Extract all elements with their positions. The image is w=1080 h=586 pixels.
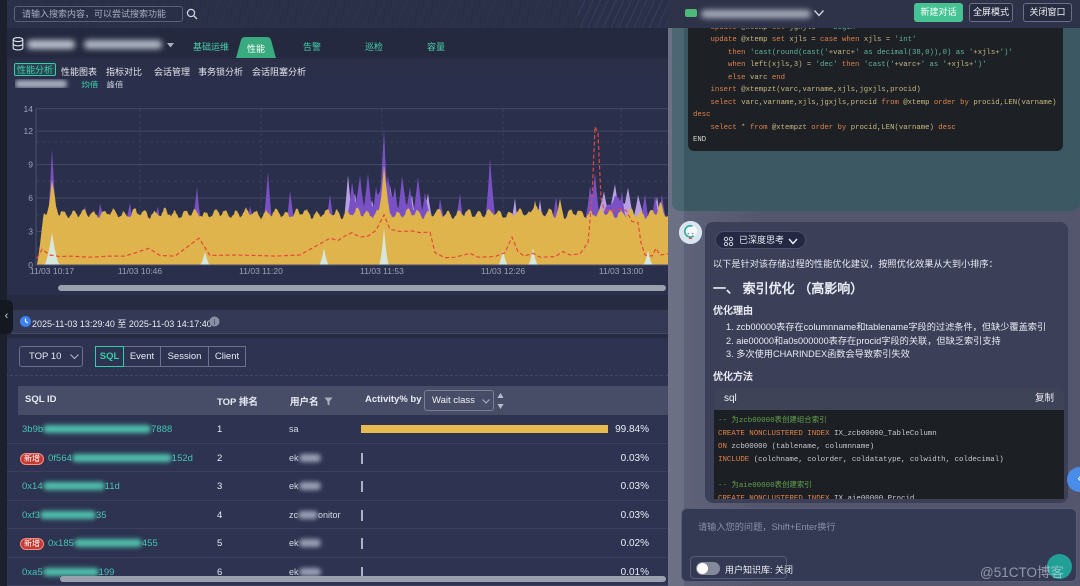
svg-text:6: 6 (28, 193, 33, 203)
svg-text:12: 12 (24, 126, 34, 136)
svg-text:14: 14 (24, 104, 34, 114)
svg-text:11/03 12:26: 11/03 12:26 (481, 266, 526, 276)
svg-text:11/03 11:20: 11/03 11:20 (239, 266, 283, 276)
svg-text:11/03 13:00: 11/03 13:00 (599, 266, 644, 276)
svg-text:9: 9 (28, 160, 33, 170)
svg-text:11/03 10:46: 11/03 10:46 (118, 266, 163, 276)
svg-text:3: 3 (28, 227, 33, 237)
svg-text:11/03 10:17: 11/03 10:17 (30, 266, 75, 276)
svg-text:11/03 11:53: 11/03 11:53 (360, 266, 404, 276)
